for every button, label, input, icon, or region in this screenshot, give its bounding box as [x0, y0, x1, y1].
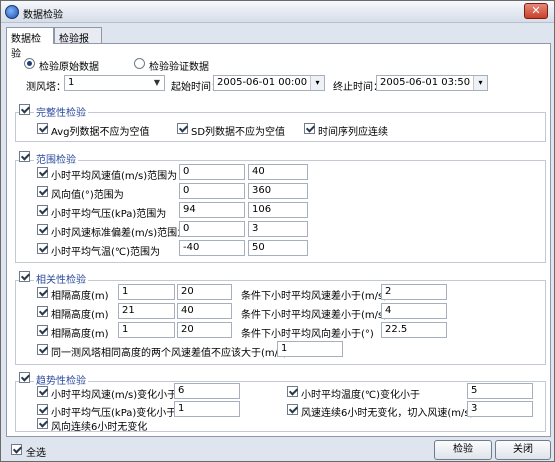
condition-value-input[interactable]: 22.5 — [381, 322, 447, 338]
sd-not-null-checkbox[interactable] — [177, 123, 188, 134]
start-time-picker[interactable]: 2005-06-01 00:00 ▾ — [213, 75, 325, 91]
range-row-label: 小时平均风速值(m/s)范围为 — [51, 171, 178, 182]
correlation-row-checkbox[interactable] — [37, 306, 48, 317]
range-min-input[interactable]: 94 — [179, 202, 245, 218]
pressure-change-label: 小时平均气压(kPa)变化小于 — [51, 408, 177, 419]
raw-data-radio[interactable] — [24, 58, 35, 69]
completeness-checkbox[interactable] — [19, 104, 30, 115]
tab-panel: 检验原始数据 检验验证数据 测风塔： 1 ▼ 起始时间： 2005-06-01 … — [6, 43, 551, 437]
height-gap-label: 相隔高度(m) — [51, 329, 109, 340]
correlation-row-checkbox[interactable] — [37, 325, 48, 336]
cutin-checkbox[interactable] — [287, 404, 298, 415]
same-height-label: 同一测风塔相同高度的两个风速差值不应该大于(m/s) — [51, 348, 288, 359]
temp-change-label: 小时平均温度(℃)变化小于 — [301, 390, 421, 401]
pressure-change-checkbox[interactable] — [37, 404, 48, 415]
condition-label: 条件下小时平均风向差小于(°) — [241, 329, 374, 340]
wind-dir-checkbox[interactable] — [37, 418, 48, 429]
time-series-label: 时间序列应连续 — [318, 127, 388, 138]
window-title: 数据检验 — [23, 10, 63, 21]
height-gap-label: 相隔高度(m) — [51, 291, 109, 302]
range-row-checkbox[interactable] — [37, 243, 48, 254]
trend-checkbox[interactable] — [19, 372, 30, 383]
select-all-label: 全选 — [26, 448, 46, 459]
height-to-input[interactable]: 40 — [177, 303, 232, 319]
range-max-input[interactable]: 3 — [248, 221, 308, 237]
completeness-title: 完整性检验 — [34, 104, 88, 119]
tab-data-check[interactable]: 数据检验 — [6, 27, 54, 60]
trend-title: 趋势性检验 — [34, 372, 88, 387]
same-height-input[interactable]: 1 — [277, 341, 343, 357]
wind-change-label: 小时平均风速(m/s)变化小于 — [51, 390, 178, 401]
raw-data-label: 检验原始数据 — [39, 62, 99, 73]
range-row-label: 小时平均气压(kPa)范围为 — [51, 209, 167, 220]
avg-not-null-label: Avg列数据不应为空值 — [51, 127, 150, 138]
sd-not-null-label: SD列数据不应为空值 — [191, 127, 286, 138]
height-to-input[interactable]: 20 — [177, 322, 232, 338]
time-series-checkbox[interactable] — [304, 123, 315, 134]
range-max-input[interactable]: 40 — [248, 164, 308, 180]
pressure-change-input[interactable]: 1 — [174, 401, 240, 417]
tower-select-value: 1 — [68, 77, 75, 88]
correlation-row-checkbox[interactable] — [37, 287, 48, 298]
end-time-picker[interactable]: 2005-06-01 03:50 ▾ — [376, 75, 488, 91]
close-button[interactable]: 关闭 — [495, 440, 551, 460]
range-row-checkbox[interactable] — [37, 186, 48, 197]
range-row-checkbox[interactable] — [37, 205, 48, 216]
close-window-button[interactable]: ✕ — [524, 3, 548, 19]
verified-data-label: 检验验证数据 — [149, 62, 209, 73]
range-max-input[interactable]: 360 — [248, 183, 308, 199]
calendar-dropdown-icon[interactable]: ▾ — [473, 76, 487, 90]
height-from-input[interactable]: 1 — [118, 284, 175, 300]
tower-select[interactable]: 1 ▼ — [64, 75, 165, 91]
range-min-input[interactable]: 0 — [179, 164, 245, 180]
cutin-label: 风速连续6小时无变化，切入风速(m/s) — [301, 408, 474, 419]
range-checkbox[interactable] — [19, 151, 30, 162]
calendar-dropdown-icon[interactable]: ▾ — [310, 76, 324, 90]
wind-change-checkbox[interactable] — [37, 386, 48, 397]
range-min-input[interactable]: -40 — [179, 240, 245, 256]
height-from-input[interactable]: 1 — [118, 322, 175, 338]
height-to-input[interactable]: 20 — [177, 284, 232, 300]
range-row-checkbox[interactable] — [37, 224, 48, 235]
correlation-checkbox[interactable] — [19, 271, 30, 282]
condition-value-input[interactable]: 4 — [381, 303, 447, 319]
range-row-label: 小时平均气温(℃)范围为 — [51, 247, 161, 258]
wind-change-input[interactable]: 6 — [174, 383, 240, 399]
range-row-label: 风向值(°)范围为 — [51, 190, 124, 201]
tab-check-report[interactable]: 检验报告 — [54, 27, 102, 60]
range-min-input[interactable]: 0 — [179, 221, 245, 237]
temp-change-input[interactable]: 5 — [467, 383, 533, 399]
height-gap-label: 相隔高度(m) — [51, 310, 109, 321]
dialog-window: 数据检验 ✕ 数据检验 检验报告 检验原始数据 检验验证数据 测风塔： 1 ▼ … — [0, 0, 555, 462]
range-title: 范围检验 — [34, 151, 78, 166]
end-time-value: 2005-06-01 03:50 — [380, 77, 471, 88]
cutin-input[interactable]: 3 — [467, 401, 533, 417]
condition-label: 条件下小时平均风速差小于(m/s) — [241, 291, 388, 302]
range-row-checkbox[interactable] — [37, 167, 48, 178]
temp-change-checkbox[interactable] — [287, 386, 298, 397]
range-min-input[interactable]: 0 — [179, 183, 245, 199]
start-time-value: 2005-06-01 00:00 — [217, 77, 308, 88]
correlation-title: 相关性检验 — [34, 271, 88, 286]
check-button[interactable]: 检验 — [434, 440, 492, 460]
same-height-checkbox[interactable] — [37, 344, 48, 355]
avg-not-null-checkbox[interactable] — [37, 123, 48, 134]
chevron-down-icon: ▼ — [153, 78, 161, 87]
app-icon — [5, 5, 19, 19]
height-from-input[interactable]: 21 — [118, 303, 175, 319]
wind-dir-label: 风向连续6小时无变化 — [51, 422, 148, 433]
title-bar: 数据检验 ✕ — [1, 1, 554, 23]
verified-data-radio[interactable] — [134, 58, 145, 69]
range-max-input[interactable]: 106 — [248, 202, 308, 218]
range-row-label: 小时风速标准偏差(m/s)范围为 — [51, 228, 188, 239]
condition-label: 条件下小时平均风速差小于(m/s) — [241, 310, 388, 321]
select-all-checkbox[interactable] — [11, 444, 22, 455]
tower-label: 测风塔： — [26, 82, 66, 93]
range-max-input[interactable]: 50 — [248, 240, 308, 256]
condition-value-input[interactable]: 2 — [381, 284, 447, 300]
